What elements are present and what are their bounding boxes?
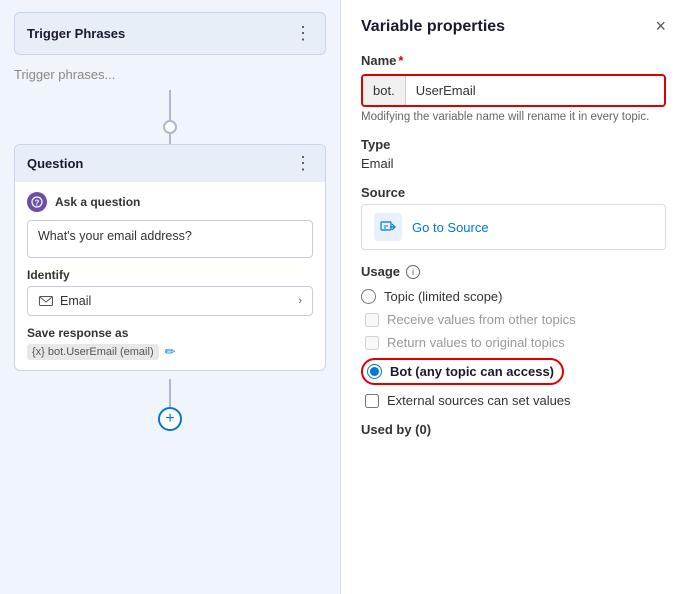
checkbox-return: Return values to original topics	[365, 335, 666, 350]
ask-question-label: Ask a question	[55, 195, 140, 209]
used-by-section: Used by (0)	[361, 422, 666, 437]
svg-text:?: ?	[35, 199, 40, 208]
variable-name: bot.UserEmail (email)	[48, 346, 154, 358]
variable-badge: {x} bot.UserEmail (email)	[27, 344, 159, 360]
source-icon	[374, 213, 402, 241]
variable-name-input[interactable]	[406, 76, 664, 105]
checkbox-receive: Receive values from other topics	[365, 312, 666, 327]
source-label: Source	[361, 185, 666, 200]
name-input-row[interactable]: bot.	[361, 74, 666, 107]
external-sources-row[interactable]: External sources can set values	[365, 393, 666, 408]
panel-header: Variable properties ×	[361, 16, 666, 37]
close-button[interactable]: ×	[655, 16, 666, 37]
bot-prefix: bot.	[363, 76, 406, 105]
bottom-connector: +	[0, 379, 340, 431]
source-section: Source Go to Source	[361, 185, 666, 250]
type-value: Email	[361, 156, 666, 171]
save-response-value: {x} bot.UserEmail (email) ✏	[27, 344, 313, 360]
usage-title: Usage	[361, 264, 400, 279]
question-title: Question	[27, 156, 83, 171]
radio-bot-label: Bot (any topic can access)	[390, 364, 554, 379]
question-text-input[interactable]: What's your email address?	[27, 220, 313, 258]
usage-info-icon[interactable]: i	[406, 265, 420, 279]
checkbox-return-input[interactable]	[365, 336, 379, 350]
highlighted-radio-bot[interactable]: Bot (any topic can access)	[361, 358, 564, 385]
trigger-phrases-title: Trigger Phrases	[27, 26, 125, 41]
radio-topic[interactable]	[361, 289, 376, 304]
left-panel: Trigger Phrases ⋮ Trigger phrases... Que…	[0, 0, 340, 594]
required-indicator: *	[398, 53, 403, 68]
trigger-phrases-block: Trigger Phrases ⋮	[14, 12, 326, 55]
ask-question-row: ? Ask a question	[27, 192, 313, 212]
circle-node-top	[163, 120, 177, 134]
usage-section: Usage i Topic (limited scope) Receive va…	[361, 264, 666, 408]
go-to-source-button[interactable]: Go to Source	[361, 204, 666, 250]
checkbox-receive-label: Receive values from other topics	[387, 312, 576, 327]
add-node-button[interactable]: +	[158, 407, 182, 431]
checkbox-receive-input[interactable]	[365, 313, 379, 327]
type-label: Type	[361, 137, 666, 152]
radio-bot[interactable]	[367, 364, 382, 379]
question-header: Question ⋮	[15, 145, 325, 182]
question-body: ? Ask a question What's your email addre…	[15, 182, 325, 370]
identify-label: Identify	[27, 268, 313, 282]
ask-icon: ?	[27, 192, 47, 212]
usage-header: Usage i	[361, 264, 666, 279]
radio-topic-label: Topic (limited scope)	[384, 289, 503, 304]
right-panel: Variable properties × Name* bot. Modifyi…	[340, 0, 686, 594]
identify-dropdown[interactable]: Email ›	[27, 286, 313, 316]
question-block: Question ⋮ ? Ask a question What's your …	[14, 144, 326, 371]
vertical-line-bottom	[169, 379, 171, 407]
name-helper-text: Modifying the variable name will rename …	[361, 111, 666, 123]
question-menu-icon[interactable]: ⋮	[294, 153, 313, 174]
vertical-line-mid	[169, 134, 171, 144]
name-field-label: Name*	[361, 53, 666, 68]
panel-title: Variable properties	[361, 18, 505, 36]
checkbox-external-input[interactable]	[365, 394, 379, 408]
trigger-content: Trigger phrases...	[0, 55, 340, 82]
edit-variable-icon[interactable]: ✏	[165, 344, 176, 360]
go-to-source-text: Go to Source	[412, 220, 489, 235]
connector-top	[163, 90, 177, 144]
identify-value: Email	[60, 294, 91, 308]
save-response-label: Save response as	[27, 326, 313, 340]
vertical-line-top	[169, 90, 171, 120]
radio-option-topic[interactable]: Topic (limited scope)	[361, 289, 666, 304]
checkbox-external-label: External sources can set values	[387, 393, 571, 408]
email-icon	[38, 293, 54, 309]
trigger-phrases-menu-icon[interactable]: ⋮	[294, 23, 313, 44]
checkbox-return-label: Return values to original topics	[387, 335, 565, 350]
dropdown-chevron-icon: ›	[298, 295, 302, 307]
